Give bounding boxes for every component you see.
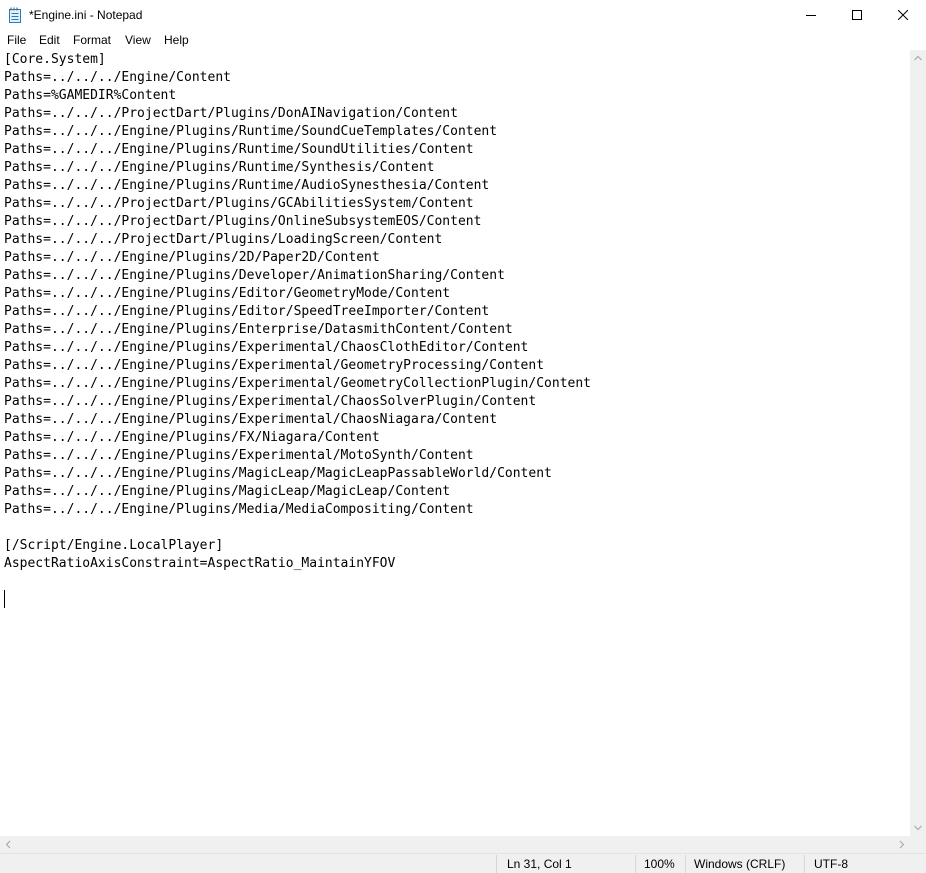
status-line-ending: Windows (CRLF): [694, 857, 786, 871]
chevron-up-icon: [914, 55, 922, 61]
title-bar[interactable]: *Engine.ini - Notepad: [0, 0, 926, 30]
horizontal-scrollbar[interactable]: [0, 836, 910, 853]
scroll-up-button[interactable]: [910, 50, 926, 67]
menu-help[interactable]: Help: [164, 32, 189, 48]
status-encoding: UTF-8: [814, 857, 848, 871]
status-bar: Ln 31, Col 1 100% Windows (CRLF) UTF-8: [0, 853, 926, 873]
status-separator: [496, 855, 497, 873]
notepad-icon: [9, 7, 21, 23]
text-caret: [4, 590, 5, 608]
menu-edit[interactable]: Edit: [39, 32, 60, 48]
maximize-button[interactable]: [834, 0, 880, 30]
editor-content[interactable]: [Core.System] Paths=../../../Engine/Cont…: [4, 51, 591, 591]
vertical-scrollbar[interactable]: [910, 50, 926, 836]
menu-bar: File Edit Format View Help: [0, 30, 926, 50]
status-cursor-position: Ln 31, Col 1: [507, 857, 572, 871]
status-zoom: 100%: [644, 857, 675, 871]
status-separator: [804, 855, 805, 873]
menu-file[interactable]: File: [7, 32, 26, 48]
text-editor[interactable]: [Core.System] Paths=../../../Engine/Cont…: [0, 50, 910, 836]
maximize-icon: [852, 10, 862, 20]
chevron-left-icon: [5, 840, 11, 849]
minimize-button[interactable]: [788, 0, 834, 30]
chevron-down-icon: [914, 825, 922, 831]
menu-format[interactable]: Format: [73, 32, 111, 48]
chevron-right-icon: [899, 840, 905, 849]
status-separator: [685, 855, 686, 873]
window-title: *Engine.ini - Notepad: [29, 8, 143, 22]
scroll-left-button[interactable]: [0, 836, 17, 853]
menu-view[interactable]: View: [125, 32, 151, 48]
minimize-icon: [806, 15, 816, 16]
close-icon: [898, 10, 908, 20]
scroll-down-button[interactable]: [910, 819, 926, 836]
status-separator: [635, 855, 636, 873]
close-button[interactable]: [880, 0, 926, 30]
scrollbar-corner: [910, 836, 926, 853]
scroll-right-button[interactable]: [893, 836, 910, 853]
